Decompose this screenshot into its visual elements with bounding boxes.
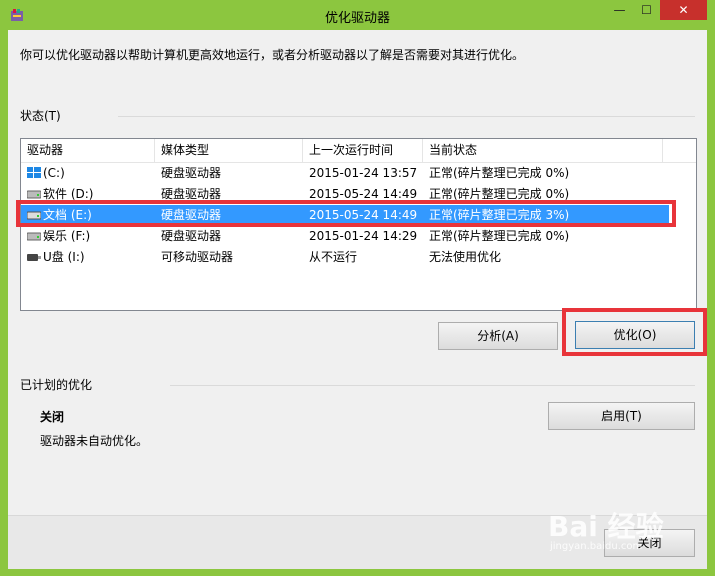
- scheduled-section-label: 已计划的优化: [20, 378, 93, 392]
- enable-schedule-button[interactable]: 启用(T): [548, 402, 695, 430]
- current-status: 正常(碎片整理已完成 0%): [429, 229, 570, 243]
- maximize-button[interactable]: ☐: [633, 0, 660, 20]
- current-status: 正常(碎片整理已完成 0%): [429, 166, 570, 180]
- listview-header: 驱动器 媒体类型 上一次运行时间 当前状态: [21, 139, 696, 163]
- drive-name: 娱乐 (F:): [43, 229, 91, 243]
- description-text: 你可以优化驱动器以帮助计算机更高效地运行，或者分析驱动器以了解是否需要对其进行优…: [20, 48, 525, 62]
- column-header-media-type[interactable]: 媒体类型: [155, 139, 303, 162]
- title-bar[interactable]: 优化驱动器 — ☐ ✕: [0, 0, 715, 30]
- last-run-time: 2015-01-24 13:57: [309, 166, 418, 180]
- table-row[interactable]: U盘 (I:) 可移动驱动器 从不运行 无法使用优化: [21, 247, 696, 268]
- last-run-time: 2015-01-24 14:29: [309, 229, 418, 243]
- table-row[interactable]: 娱乐 (F:) 硬盘驱动器 2015-01-24 14:29 正常(碎片整理已完…: [21, 226, 696, 247]
- table-row[interactable]: (C:) 硬盘驱动器 2015-01-24 13:57 正常(碎片整理已完成 0…: [21, 163, 696, 184]
- last-run-time: 从不运行: [309, 250, 358, 264]
- hard-drive-icon: [27, 232, 41, 241]
- column-header-drive[interactable]: 驱动器: [21, 139, 155, 162]
- media-type: 可移动驱动器: [161, 250, 234, 264]
- highlight-box-optimize: [562, 308, 707, 356]
- schedule-state: 关闭: [40, 410, 65, 424]
- windows-drive-icon: [27, 167, 41, 178]
- current-status: 无法使用优化: [429, 250, 502, 264]
- highlight-box-selected-drive: [16, 200, 676, 227]
- status-section-label: 状态(T): [20, 109, 61, 123]
- schedule-detail: 驱动器未自动优化。: [40, 434, 149, 448]
- baidu-watermark-url: jingyan.baidu.com: [550, 541, 643, 552]
- close-window-button[interactable]: ✕: [660, 0, 707, 20]
- scheduled-separator: [170, 385, 695, 386]
- media-type: 硬盘驱动器: [161, 166, 222, 180]
- minimize-button[interactable]: —: [606, 0, 633, 20]
- status-separator: [118, 116, 695, 117]
- usb-drive-icon: [27, 254, 41, 261]
- column-header-last-run[interactable]: 上一次运行时间: [303, 139, 423, 162]
- drive-name: U盘 (I:): [43, 250, 85, 264]
- drive-name: (C:): [43, 166, 65, 180]
- analyze-button[interactable]: 分析(A): [438, 322, 558, 350]
- optimize-drives-window: 优化驱动器 — ☐ ✕ 你可以优化驱动器以帮助计算机更高效地运行，或者分析驱动器…: [0, 0, 715, 576]
- column-header-current-status[interactable]: 当前状态: [423, 139, 663, 162]
- media-type: 硬盘驱动器: [161, 229, 222, 243]
- hard-drive-icon: [27, 190, 41, 199]
- baidu-watermark: Bai 经验: [548, 510, 664, 543]
